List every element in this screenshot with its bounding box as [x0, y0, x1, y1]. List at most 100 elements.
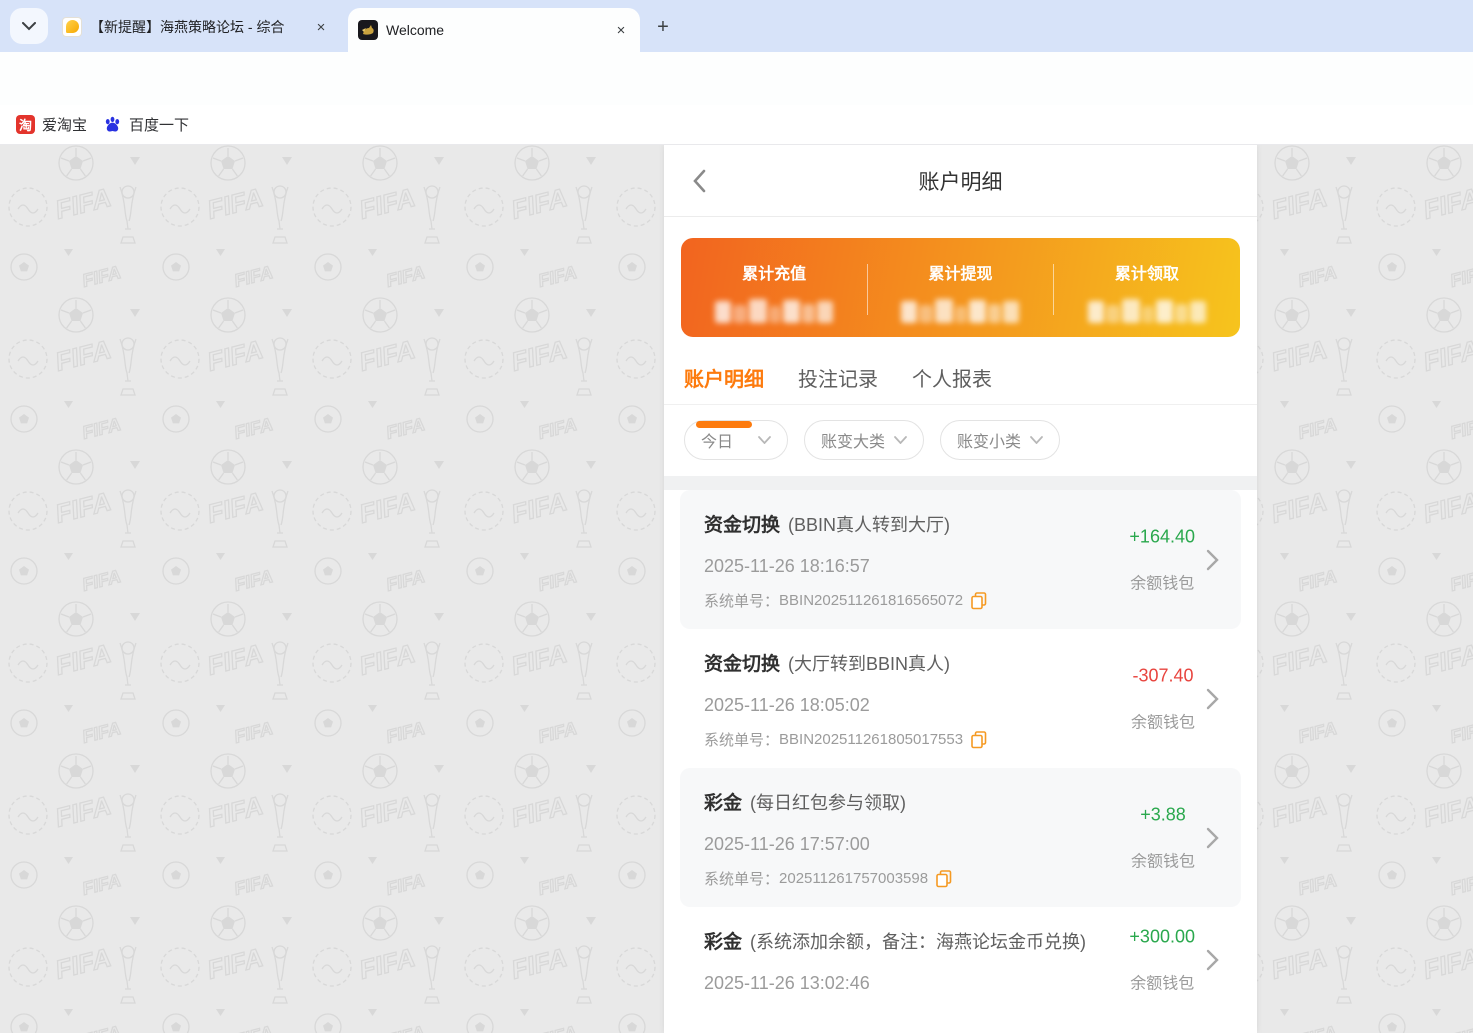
svg-text:FIFA: FIFA — [536, 718, 579, 747]
svg-text:FIFA: FIFA — [536, 414, 579, 443]
svg-text:FIFA: FIFA — [80, 566, 123, 595]
summary-claim: 累计领取 — [1054, 238, 1240, 337]
copy-icon[interactable] — [971, 591, 987, 610]
svg-text:FIFA: FIFA — [204, 486, 266, 529]
svg-text:FIFA: FIFA — [80, 1022, 123, 1033]
page-background: FIFA FIFA FIFA FIFA FIFA FIFA FIFA FIFA FIFA FIFA… — [0, 145, 1473, 1033]
svg-text:FIFA: FIFA — [232, 870, 275, 899]
svg-text:FIFA: FIFA — [508, 182, 570, 225]
svg-text:FIFA: FIFA — [232, 1022, 275, 1033]
svg-text:FIFA: FIFA — [232, 718, 275, 747]
masked-value — [1087, 297, 1206, 323]
chevron-down-icon — [22, 21, 36, 30]
new-tab-button[interactable]: + — [650, 14, 676, 40]
masked-value — [715, 297, 834, 323]
tab-search-button[interactable] — [10, 8, 48, 44]
tab-close-icon[interactable]: × — [312, 18, 330, 36]
tab-bet-records[interactable]: 投注记录 — [798, 363, 878, 404]
filter-row: 今日 账变大类 账变小类 — [664, 405, 1257, 476]
tab-personal-report[interactable]: 个人报表 — [912, 363, 992, 404]
svg-text:FIFA: FIFA — [1420, 790, 1473, 833]
tx-datetime: 2025-11-26 17:57:00 — [704, 834, 870, 854]
svg-text:FIFA: FIFA — [384, 414, 427, 443]
svg-text:FIFA: FIFA — [80, 414, 123, 443]
transaction-row[interactable]: 彩金 (每日红包参与领取) 2025-11-26 17:57:00 系统单号： 20… — [680, 768, 1241, 907]
svg-text:FIFA: FIFA — [1296, 1022, 1339, 1033]
forum-tab-favicon-icon — [62, 17, 82, 37]
svg-text:FIFA: FIFA — [1420, 638, 1473, 681]
section-divider — [664, 476, 1257, 490]
tx-note: (大厅转到BBIN真人) — [788, 654, 951, 674]
svg-text:FIFA: FIFA — [204, 334, 266, 377]
svg-text:FIFA: FIFA — [536, 870, 579, 899]
tx-order-no: 202511261757003598 — [779, 870, 929, 887]
tx-datetime: 2025-11-26 18:16:57 — [704, 556, 870, 576]
active-tab-underline — [696, 421, 752, 428]
transaction-row[interactable]: 资金切换 (大厅转到BBIN真人) 2025-11-26 18:05:02 系统单… — [680, 629, 1241, 768]
svg-text:FIFA: FIFA — [1448, 870, 1473, 899]
svg-text:FIFA: FIFA — [384, 718, 427, 747]
tx-wallet: 余额钱包 — [1130, 575, 1195, 592]
svg-text:FIFA: FIFA — [356, 182, 418, 225]
bookmark-baidu[interactable]: 百度一下 — [103, 114, 189, 135]
svg-text:FIFA: FIFA — [52, 182, 114, 225]
svg-text:FIFA: FIFA — [52, 638, 114, 681]
bookmark-taobao[interactable]: 淘 爱淘宝 — [16, 114, 87, 135]
tx-datetime: 2025-11-26 13:02:46 — [704, 973, 870, 993]
transaction-row[interactable]: 资金切换 (BBIN真人转到大厅) 2025-11-26 18:16:57 系统单… — [680, 490, 1241, 629]
svg-text:FIFA: FIFA — [1420, 942, 1473, 985]
tx-amount: +300.00 — [1129, 926, 1195, 946]
svg-text:FIFA: FIFA — [384, 566, 427, 595]
svg-text:FIFA: FIFA — [1296, 870, 1339, 899]
svg-text:FIFA: FIFA — [204, 942, 266, 985]
svg-text:FIFA: FIFA — [1420, 182, 1473, 225]
summary-card: 累计充值 累计提现 累计领取 — [681, 238, 1240, 337]
transaction-row[interactable]: 彩金 (系统添加余额，备注：海燕论坛金币兑换) 2025-11-26 13:02:… — [680, 907, 1241, 1012]
svg-text:FIFA: FIFA — [1268, 638, 1330, 681]
tab-close-icon[interactable]: × — [612, 21, 630, 39]
tab-account-detail[interactable]: 账户明细 — [684, 363, 764, 428]
divider — [867, 264, 869, 315]
bookmarks-bar: 淘 爱淘宝 百度一下 — [0, 105, 1473, 145]
browser-tab-welcome[interactable]: Welcome × — [348, 8, 640, 52]
svg-text:FIFA: FIFA — [204, 790, 266, 833]
browser-tab-strip: 【新提醒】海燕策略论坛 - 综合 × Welcome × + — [0, 0, 1473, 52]
tx-amount: +164.40 — [1129, 526, 1195, 546]
svg-text:FIFA: FIFA — [1296, 718, 1339, 747]
svg-text:FIFA: FIFA — [1296, 414, 1339, 443]
tx-type: 彩金 — [704, 932, 743, 953]
masked-value — [901, 297, 1020, 323]
svg-text:FIFA: FIFA — [356, 334, 418, 377]
svg-text:FIFA: FIFA — [80, 718, 123, 747]
tx-wallet: 余额钱包 — [1130, 714, 1195, 731]
svg-text:FIFA: FIFA — [1420, 334, 1473, 377]
panel-header: 账户明细 — [664, 145, 1257, 217]
svg-text:FIFA: FIFA — [1448, 262, 1473, 291]
copy-icon[interactable] — [936, 869, 952, 888]
svg-text:FIFA: FIFA — [1448, 566, 1473, 595]
divider — [1053, 264, 1055, 315]
svg-text:FIFA: FIFA — [1296, 262, 1339, 291]
svg-text:FIFA: FIFA — [80, 262, 123, 291]
chevron-right-icon[interactable] — [1206, 948, 1219, 972]
filter-major-type[interactable]: 账变大类 — [804, 420, 924, 460]
back-chevron-button[interactable] — [692, 169, 706, 198]
browser-tab-forum[interactable]: 【新提醒】海燕策略论坛 - 综合 × — [52, 8, 340, 46]
tx-note: (每日红包参与领取) — [750, 793, 907, 813]
svg-text:FIFA: FIFA — [356, 790, 418, 833]
svg-text:FIFA: FIFA — [536, 1022, 579, 1033]
chevron-right-icon[interactable] — [1206, 548, 1219, 572]
chevron-right-icon[interactable] — [1206, 826, 1219, 850]
tx-wallet: 余额钱包 — [1130, 853, 1195, 870]
svg-text:FIFA: FIFA — [1448, 1022, 1473, 1033]
svg-text:FIFA: FIFA — [232, 566, 275, 595]
chevron-right-icon[interactable] — [1206, 687, 1219, 711]
filter-minor-type[interactable]: 账变小类 — [940, 420, 1060, 460]
svg-text:FIFA: FIFA — [52, 942, 114, 985]
tx-type: 资金切换 — [704, 654, 781, 675]
svg-text:FIFA: FIFA — [1448, 718, 1473, 747]
svg-text:FIFA: FIFA — [1268, 790, 1330, 833]
tx-wallet: 余额钱包 — [1130, 975, 1195, 992]
svg-text:FIFA: FIFA — [384, 262, 427, 291]
copy-icon[interactable] — [971, 730, 987, 749]
